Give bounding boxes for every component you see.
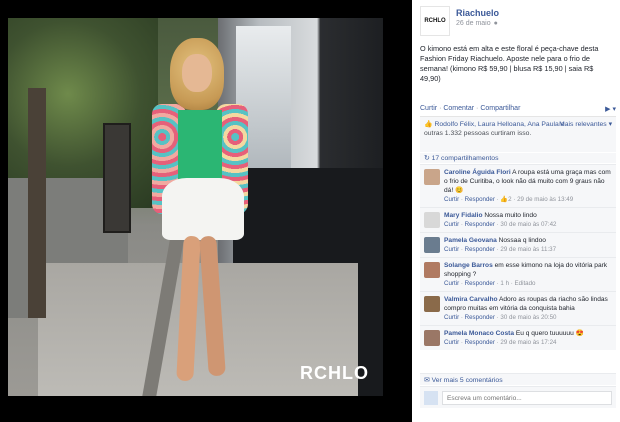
comment-item: Solange Barros em esse kimono na loja do… (420, 257, 616, 291)
comment-bubble-icon: ✉ (424, 377, 430, 384)
post-photo[interactable]: RCHLO (8, 18, 383, 396)
comment-item: Valmira Carvalho Adoro as roupas da riac… (420, 291, 616, 325)
likes-count-text[interactable]: outras 1.332 pessoas curtiram isso. (424, 130, 531, 137)
comment-text: Nossaa q lindoo (498, 237, 546, 244)
comment-like-count[interactable]: 2 (508, 196, 511, 203)
current-user-avatar (424, 391, 438, 405)
comment-date[interactable]: 30 de maio às 20:50 (500, 314, 556, 321)
post-caption: O kimono está em alta e este floral é pe… (420, 44, 599, 83)
photo-watermark-logo: RCHLO (300, 363, 369, 383)
comment-like-link[interactable]: Curtir (444, 246, 459, 253)
emoji-icon: 😊 (455, 187, 464, 194)
comment-author[interactable]: Mary Fidalio (444, 212, 482, 219)
comment-item: Pamela Monaco Costa Eu q quero tuuuuuu 😍… (420, 325, 616, 350)
view-more-comments-label: Ver mais 5 comentários (431, 377, 503, 384)
comment-date[interactable]: 29 de maio às 11:37 (500, 246, 556, 253)
post-date[interactable]: 26 de maio ● (456, 20, 498, 27)
comment-like-link[interactable]: Curtir (444, 339, 459, 346)
comment-author[interactable]: Pamela Geovana (444, 237, 497, 244)
comments-list: Caroline Águida Flori A roupa está uma g… (420, 164, 616, 350)
like-link[interactable]: Curtir (420, 105, 437, 112)
comment-item: Caroline Águida Flori A roupa está uma g… (420, 164, 616, 207)
post-side-panel: RCHLO Riachuelo 26 de maio ● O kimono est… (412, 0, 620, 422)
globe-icon: ● (493, 20, 498, 27)
comment-reply-link[interactable]: Responder (465, 280, 495, 287)
commenter-avatar[interactable] (424, 296, 440, 312)
thumbs-up-icon: 👍 (424, 121, 433, 128)
comment-reply-link[interactable]: Responder (465, 246, 495, 253)
write-comment-input[interactable] (442, 391, 612, 405)
sort-relevant-dropdown[interactable]: Mais relevantes ▾ (559, 120, 612, 129)
tree-trunk (28, 88, 46, 318)
write-comment-row (420, 386, 616, 408)
comment-author[interactable]: Valmira Carvalho (444, 296, 498, 303)
comment-meta: Curtir · Responder · 29 de maio às 17:24 (444, 339, 557, 346)
comment-like-link[interactable]: Curtir (444, 314, 459, 321)
newsstand-kiosk (103, 123, 131, 233)
comment-date[interactable]: 29 de maio às 13:49 (517, 196, 573, 203)
commenter-avatar[interactable] (424, 212, 440, 228)
post-date-text: 26 de maio (456, 20, 491, 27)
comment-item: Mary Fidalio Nossa muito lindo Curtir · … (420, 207, 616, 232)
comment-meta: Curtir · Responder · 29 de maio às 11:37 (444, 246, 557, 253)
thumbs-up-icon: 👍 (500, 196, 509, 203)
comment-item: Pamela Geovana Nossaa q lindoo Curtir · … (420, 232, 616, 257)
commenter-avatar[interactable] (424, 169, 440, 185)
comment-reply-link[interactable]: Responder (465, 196, 495, 203)
post-actions: Curtir · Comentar · Compartilhar ▶ ▾ (420, 105, 616, 113)
comment-reply-link[interactable]: Responder (465, 339, 495, 346)
comment-meta: Curtir · Responder · 30 de maio às 07:42 (444, 221, 557, 228)
post-header: RCHLO Riachuelo 26 de maio ● (412, 0, 620, 40)
comment-author[interactable]: Solange Barros (444, 262, 493, 269)
comment-reply-link[interactable]: Responder (465, 314, 495, 321)
comment-text: Eu q quero tuuuuuu (515, 330, 574, 337)
commenter-avatar[interactable] (424, 330, 440, 346)
comment-date[interactable]: 1 h · Editado (500, 280, 535, 287)
comment-like-link[interactable]: Curtir (444, 221, 459, 228)
comment-author[interactable]: Caroline Águida Flori (444, 169, 511, 176)
share-icon: ↻ (424, 155, 430, 162)
emoji-icon: 😍 (575, 330, 584, 337)
comment-like-link[interactable]: Curtir (444, 196, 459, 203)
commenter-avatar[interactable] (424, 237, 440, 253)
shares-count: 17 compartilhamentos (431, 155, 499, 162)
leg-right (199, 235, 226, 377)
comment-date[interactable]: 30 de maio às 07:42 (500, 221, 556, 228)
likers-names[interactable]: Rodolfo Félix, Laura Helloana, Ana Paula… (434, 121, 564, 128)
comment-link[interactable]: Comentar (443, 105, 474, 112)
page-avatar[interactable]: RCHLO (420, 6, 450, 36)
share-options-icon[interactable]: ▶ ▾ (605, 105, 616, 113)
view-more-comments-link[interactable]: ✉ Ver mais 5 comentários (420, 373, 616, 385)
white-skirt (162, 178, 244, 240)
sort-relevant-label: Mais relevantes (559, 121, 607, 128)
comment-like-link[interactable]: Curtir (444, 280, 459, 287)
comment-reply-link[interactable]: Responder (465, 221, 495, 228)
comment-text: Nossa muito lindo (484, 212, 537, 219)
page-name-link[interactable]: Riachuelo (456, 8, 499, 18)
model-figure (148, 36, 258, 396)
green-top (178, 110, 222, 184)
comment-meta: Curtir · Responder · 30 de maio às 20:50 (444, 314, 557, 321)
leg-left (176, 235, 201, 382)
comment-date[interactable]: 29 de maio às 17:24 (500, 339, 556, 346)
face (182, 54, 212, 92)
shares-summary[interactable]: ↻ 17 compartilhamentos (420, 153, 616, 163)
comment-meta: Curtir · Responder · 👍2 · 29 de maio às … (444, 196, 574, 203)
likes-summary: 👍 Rodolfo Félix, Laura Helloana, Ana Paul… (420, 116, 616, 152)
page-avatar-logo: RCHLO (424, 18, 446, 24)
comment-author[interactable]: Pamela Monaco Costa (444, 330, 514, 337)
comment-meta: Curtir · Responder · 1 h · Editado (444, 280, 536, 287)
share-link[interactable]: Compartilhar (480, 105, 520, 112)
commenter-avatar[interactable] (424, 262, 440, 278)
